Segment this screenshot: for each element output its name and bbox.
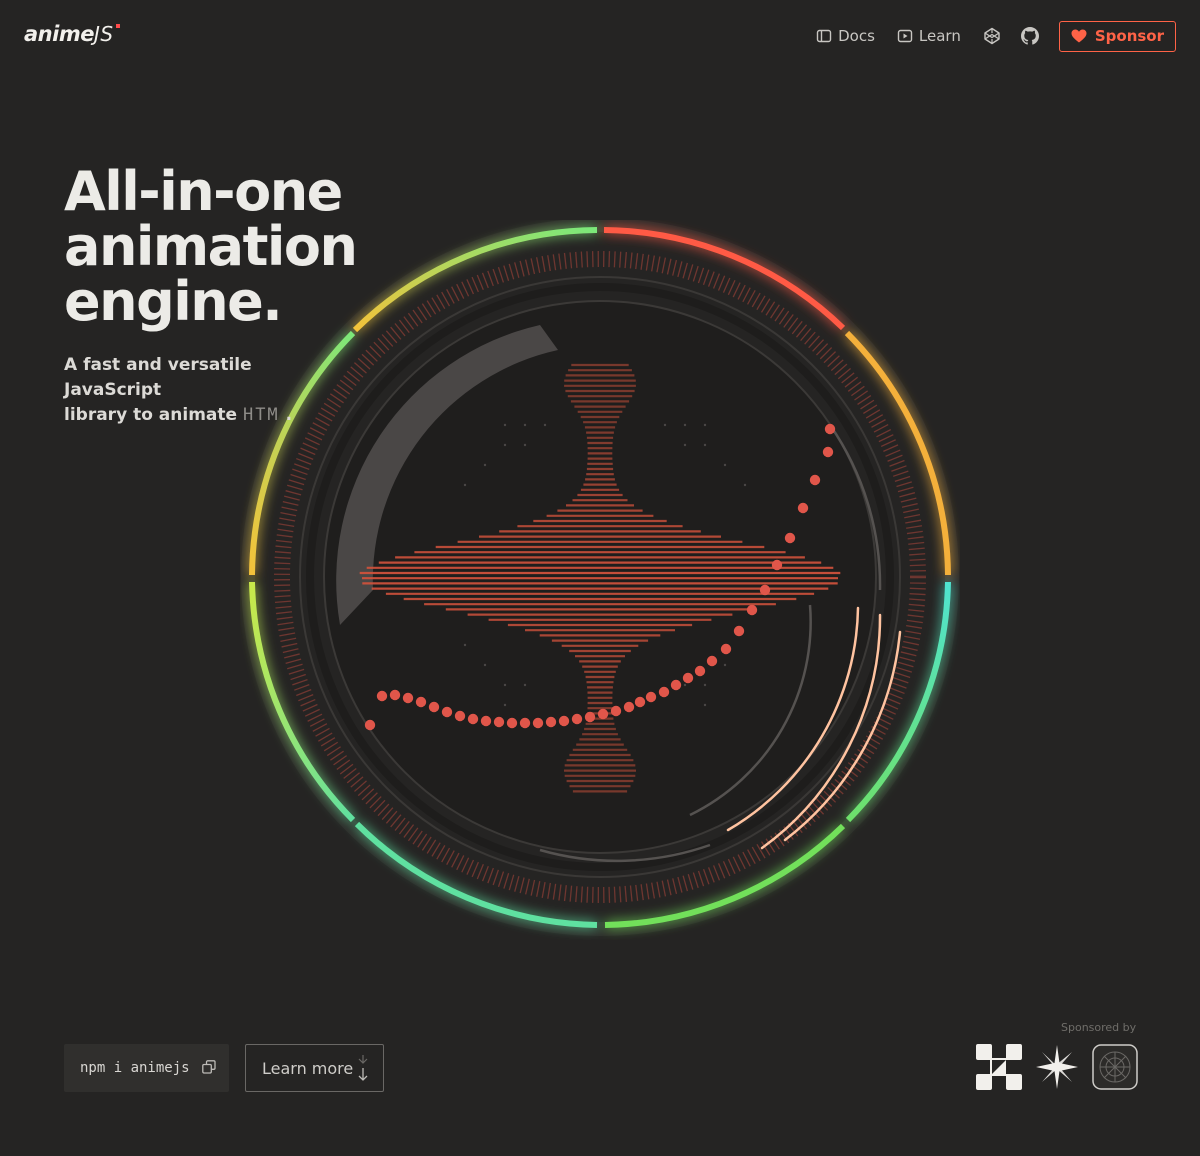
- nav-docs-label: Docs: [838, 27, 875, 45]
- trail-dot: [645, 691, 657, 703]
- trail-dot: [809, 474, 821, 486]
- heart-icon: [1071, 29, 1087, 43]
- hero-title-line-2: animation: [64, 215, 358, 278]
- trail-dot: [746, 604, 758, 616]
- trail-dot: [824, 423, 836, 435]
- hero-subtitle: A fast and versatile JavaScript library …: [64, 353, 354, 428]
- trail-dot: [415, 696, 427, 708]
- logo-accent-dot: [115, 24, 120, 28]
- trail-dot: [797, 502, 809, 514]
- trail-dot: [610, 705, 622, 717]
- nav-learn-label: Learn: [918, 27, 961, 45]
- hero-section: All-in-one animation engine. A fast and …: [64, 160, 358, 428]
- trail-dot: [658, 686, 670, 698]
- sidebar-icon: [816, 29, 832, 43]
- nav-github-link[interactable]: [1020, 20, 1039, 52]
- hero-title: All-in-one animation engine.: [64, 160, 358, 333]
- trail-dot: [428, 701, 440, 713]
- grid-circle-logo[interactable]: [1092, 1044, 1138, 1090]
- trail-dot: [784, 532, 796, 544]
- trail-dot: [771, 559, 783, 571]
- nav-docs-link[interactable]: Docs: [816, 20, 875, 52]
- trail-dot: [441, 706, 453, 718]
- trail-dot: [519, 717, 531, 729]
- install-command: npm i animejs: [80, 1060, 190, 1076]
- trail-dot: [584, 711, 596, 723]
- learn-more-label: Learn more: [262, 1058, 354, 1078]
- trail-dot: [545, 716, 557, 728]
- trail-dot: [558, 715, 570, 727]
- learn-more-button[interactable]: Learn more: [245, 1044, 384, 1092]
- sponsors-label: Sponsored by: [1061, 1021, 1137, 1034]
- trail-dot: [634, 696, 646, 708]
- hero-title-line-3: engine.: [64, 270, 283, 333]
- trail-dot: [571, 713, 583, 725]
- github-icon: [1020, 27, 1039, 45]
- trail-dot: [720, 643, 732, 655]
- trail-dot: [389, 689, 401, 701]
- arrow-down-icon: [358, 1055, 368, 1081]
- trail-dot: [493, 716, 505, 728]
- trail-dot: [364, 719, 376, 731]
- trail-dot: [402, 692, 414, 704]
- play-icon: [897, 29, 913, 43]
- hero-title-line-1: All-in-one: [64, 160, 343, 223]
- nav-learn-link[interactable]: Learn: [897, 20, 961, 52]
- copy-icon[interactable]: [202, 1060, 216, 1074]
- trail-dot: [670, 679, 682, 691]
- hero-subtitle-line-2: library to animate: [64, 405, 243, 425]
- hero-subtitle-suffix: .: [279, 405, 293, 425]
- star-logo[interactable]: [1034, 1044, 1080, 1090]
- logo-wordmark: anime: [24, 22, 94, 46]
- trail-dot: [733, 625, 745, 637]
- trail-dot: [682, 672, 694, 684]
- logo-js-mark: JS: [93, 22, 114, 46]
- trail-dot: [480, 715, 492, 727]
- codepen-icon: [984, 27, 1000, 45]
- main-nav: Docs Learn Sponsor: [816, 20, 1176, 52]
- trail-dot: [467, 713, 479, 725]
- trail-dot: [706, 655, 718, 667]
- trail-dot: [532, 717, 544, 729]
- sponsor-label: Sponsor: [1094, 27, 1164, 45]
- trail-dot: [597, 708, 609, 720]
- puzzle-logo[interactable]: [976, 1044, 1022, 1090]
- trail-dot: [759, 584, 771, 596]
- hero-subtitle-tech: HTM: [242, 405, 280, 425]
- trail-dot: [376, 690, 388, 702]
- trail-dot: [454, 710, 466, 722]
- trail-dot: [506, 717, 518, 729]
- sponsor-logos: [976, 1044, 1138, 1090]
- nav-codepen-link[interactable]: [983, 20, 1001, 52]
- trail-dot: [694, 665, 706, 677]
- install-command-box[interactable]: npm i animejs: [64, 1044, 229, 1092]
- sponsor-button[interactable]: Sponsor: [1058, 20, 1176, 52]
- animejs-logo[interactable]: anime JS: [24, 22, 120, 48]
- trail-dot: [623, 701, 635, 713]
- trail-dot: [822, 446, 834, 458]
- top-bar: anime JS Docs Learn Sponsor: [0, 0, 1200, 72]
- hero-subtitle-line-1: A fast and versatile JavaScript: [64, 355, 252, 400]
